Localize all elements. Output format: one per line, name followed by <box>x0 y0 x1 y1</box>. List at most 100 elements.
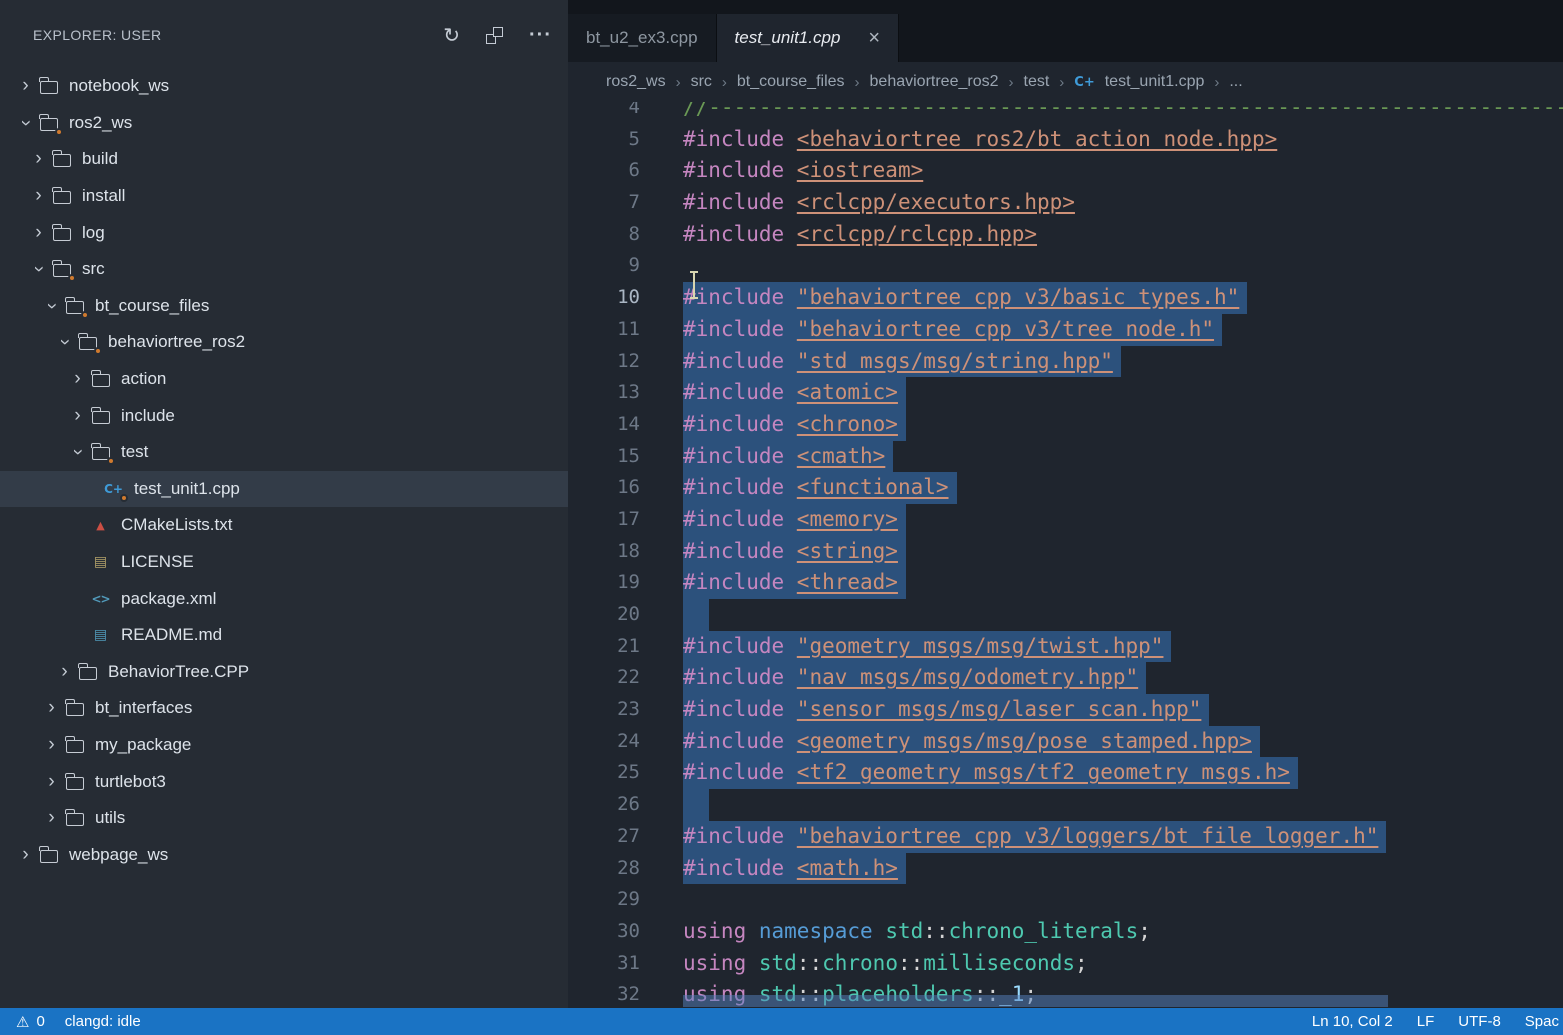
code-line-9[interactable]: 9 <box>568 250 1563 282</box>
tree-item-CMakeLists.txt[interactable]: ▲CMakeLists.txt <box>0 507 568 544</box>
code-line-11[interactable]: 11#include "behaviortree_cpp_v3/tree_nod… <box>568 314 1563 346</box>
tree-item-label: src <box>82 259 105 279</box>
tree-item-turtlebot3[interactable]: ›turtlebot3 <box>0 763 568 800</box>
tree-item-test[interactable]: ›test <box>0 434 568 471</box>
tree-item-action[interactable]: ›action <box>0 361 568 398</box>
explorer-title: EXPLORER: USER <box>33 27 443 43</box>
tree-item-my_package[interactable]: ›my_package <box>0 727 568 764</box>
collapse-folders-button[interactable] <box>486 27 503 44</box>
encoding-indicator[interactable]: UTF-8 <box>1458 1013 1501 1030</box>
code-token: using <box>683 951 746 975</box>
code-line-14[interactable]: 14#include <chrono> <box>568 409 1563 441</box>
code-line-31[interactable]: 31using std::chrono::milliseconds; <box>568 948 1563 980</box>
code-line-5[interactable]: 5#include <behaviortree_ros2/bt_action_n… <box>568 124 1563 156</box>
tree-item-LICENSE[interactable]: ▤LICENSE <box>0 544 568 581</box>
tree-item-src[interactable]: ›src <box>0 251 568 288</box>
code-token: <string> <box>797 539 898 563</box>
tree-item-label: LICENSE <box>121 552 194 572</box>
cursor-position[interactable]: Ln 10, Col 2 <box>1312 1013 1393 1030</box>
code-line-30[interactable]: 30using namespace std::chrono_literals; <box>568 916 1563 948</box>
tree-item-label: BehaviorTree.CPP <box>108 662 249 682</box>
tree-item-package.xml[interactable]: <>package.xml <box>0 580 568 617</box>
problems-indicator[interactable]: ⚠ 0 <box>16 1013 45 1031</box>
tree-item-build[interactable]: ›build <box>0 141 568 178</box>
indentation-indicator[interactable]: Spac <box>1525 1013 1559 1030</box>
breadcrumb-item[interactable]: test <box>1024 73 1050 91</box>
code-token: <cmath> <box>797 444 886 468</box>
tree-item-utils[interactable]: ›utils <box>0 800 568 837</box>
tree-item-notebook_ws[interactable]: ›notebook_ws <box>0 68 568 105</box>
horizontal-scrollbar[interactable] <box>683 995 1388 1007</box>
code-line-15[interactable]: 15#include <cmath> <box>568 441 1563 473</box>
breadcrumb-item[interactable]: ... <box>1229 73 1242 91</box>
tree-item-bt_course_files[interactable]: ›bt_course_files <box>0 288 568 325</box>
breadcrumb-item[interactable]: bt_course_files <box>737 73 845 91</box>
tree-item-include[interactable]: ›include <box>0 397 568 434</box>
code-line-18[interactable]: 18#include <string> <box>568 536 1563 568</box>
line-number: 29 <box>568 884 683 916</box>
tree-item-webpage_ws[interactable]: ›webpage_ws <box>0 836 568 873</box>
tab-bt_u2_ex3-cpp[interactable]: bt_u2_ex3.cpp <box>568 14 717 62</box>
tree-item-README.md[interactable]: ▤README.md <box>0 617 568 654</box>
code-line-26[interactable]: 26 <box>568 789 1563 821</box>
code-line-28[interactable]: 28#include <math.h> <box>568 853 1563 885</box>
code-line-22[interactable]: 22#include "nav_msgs/msg/odometry.hpp" <box>568 662 1563 694</box>
code-line-7[interactable]: 7#include <rclcpp/executors.hpp> <box>568 187 1563 219</box>
code-line-21[interactable]: 21#include "geometry_msgs/msg/twist.hpp" <box>568 631 1563 663</box>
tree-item-install[interactable]: ›install <box>0 178 568 215</box>
breadcrumb-separator-icon: › <box>722 74 727 91</box>
code-token: #include <box>683 475 797 499</box>
tree-item-log[interactable]: ›log <box>0 214 568 251</box>
code-line-8[interactable]: 8#include <rclcpp/rclcpp.hpp> <box>568 219 1563 251</box>
code-line-27[interactable]: 27#include "behaviortree_cpp_v3/loggers/… <box>568 821 1563 853</box>
code-token: std <box>759 951 797 975</box>
folder-icon <box>35 844 62 866</box>
code-line-24[interactable]: 24#include <geometry_msgs/msg/pose_stamp… <box>568 726 1563 758</box>
code-line-4[interactable]: 4//-------------------------------------… <box>568 102 1563 124</box>
code-line-25[interactable]: 25#include <tf2_geometry_msgs/tf2_geomet… <box>568 757 1563 789</box>
code-token: using <box>683 919 746 943</box>
close-tab-icon[interactable]: × <box>868 27 880 50</box>
breadcrumb-item[interactable]: ros2_ws <box>606 73 666 91</box>
breadcrumb-item[interactable]: behaviortree_ros2 <box>870 73 999 91</box>
line-number: 21 <box>568 631 683 663</box>
code-line-19[interactable]: 19#include <thread> <box>568 567 1563 599</box>
tree-item-bt_interfaces[interactable]: ›bt_interfaces <box>0 690 568 727</box>
eol-indicator[interactable]: LF <box>1417 1013 1435 1030</box>
chevron-icon: › <box>67 443 89 462</box>
code-line-29[interactable]: 29 <box>568 884 1563 916</box>
tree-item-test_unit1.cpp[interactable]: C+test_unit1.cpp <box>0 471 568 508</box>
breadcrumb-item[interactable]: test_unit1.cpp <box>1105 73 1205 91</box>
code-token: #include <box>683 729 797 753</box>
code-text: #include <memory> <box>683 504 906 536</box>
code-line-6[interactable]: 6#include <iostream> <box>568 155 1563 187</box>
code-token: "behaviortree_cpp_v3/basic_types.h" <box>797 285 1240 309</box>
code-line-12[interactable]: 12#include "std_msgs/msg/string.hpp" <box>568 346 1563 378</box>
git-modified-dot <box>68 274 76 282</box>
code-editor[interactable]: 4//-------------------------------------… <box>568 102 1563 1008</box>
code-token: <atomic> <box>797 380 898 404</box>
more-actions-button[interactable]: ··· <box>529 24 552 47</box>
breadcrumb-item[interactable]: src <box>691 73 712 91</box>
tree-item-behaviortree_ros2[interactable]: ›behaviortree_ros2 <box>0 324 568 361</box>
tree-item-label: action <box>121 369 166 389</box>
line-number: 17 <box>568 504 683 536</box>
code-line-20[interactable]: 20 <box>568 599 1563 631</box>
code-token: //--------------------------------------… <box>683 102 1563 119</box>
code-line-10[interactable]: 10#include "behaviortree_cpp_v3/basic_ty… <box>568 282 1563 314</box>
code-text: #include <cmath> <box>683 441 893 473</box>
refresh-explorer-button[interactable]: ↻ <box>443 23 460 48</box>
clangd-status[interactable]: clangd: idle <box>65 1013 141 1030</box>
tree-item-ros2_ws[interactable]: ›ros2_ws <box>0 105 568 142</box>
line-number: 15 <box>568 441 683 473</box>
code-line-17[interactable]: 17#include <memory> <box>568 504 1563 536</box>
folder-icon <box>74 661 101 683</box>
tab-test_unit1-cpp[interactable]: test_unit1.cpp × <box>717 14 900 62</box>
tree-item-BehaviorTree.CPP[interactable]: ›BehaviorTree.CPP <box>0 654 568 691</box>
code-line-23[interactable]: 23#include "sensor_msgs/msg/laser_scan.h… <box>568 694 1563 726</box>
code-line-16[interactable]: 16#include <functional> <box>568 472 1563 504</box>
line-number: 4 <box>568 102 683 124</box>
code-line-13[interactable]: 13#include <atomic> <box>568 377 1563 409</box>
folder-icon <box>61 697 88 719</box>
collapse-square-icon <box>493 27 503 37</box>
